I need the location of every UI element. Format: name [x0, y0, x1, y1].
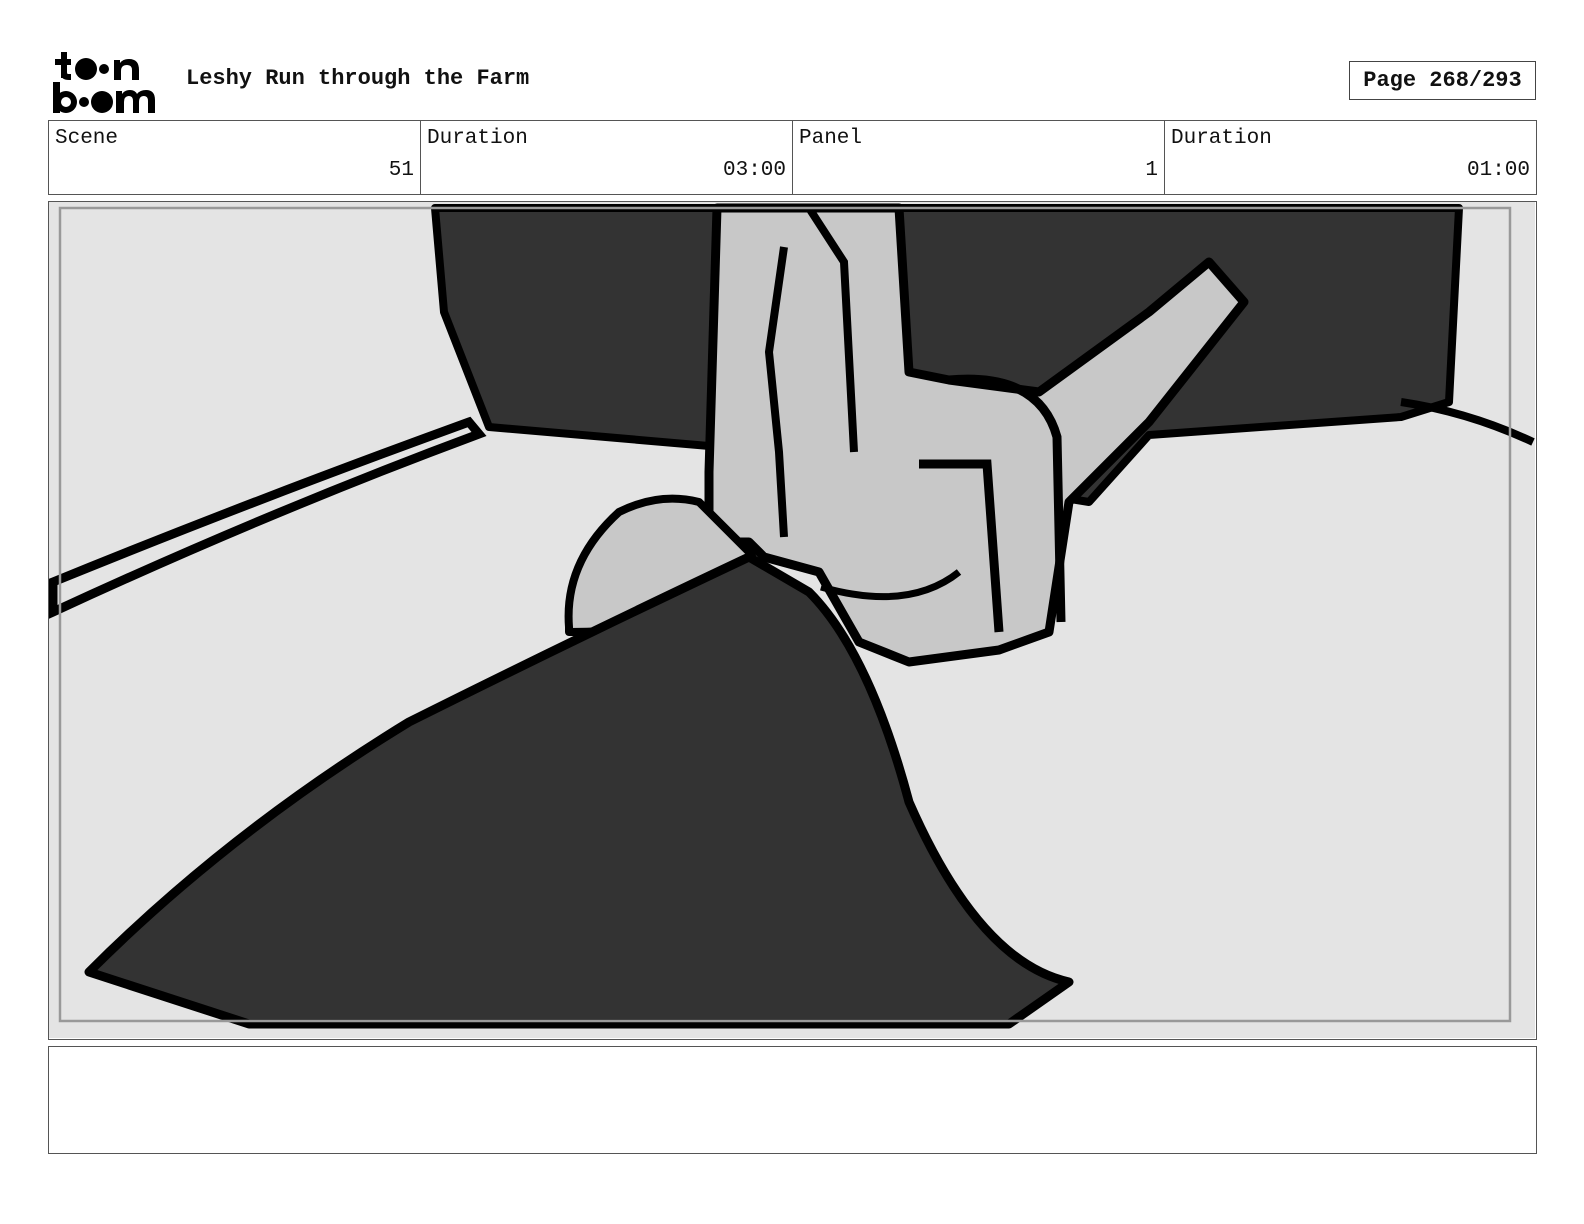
panel-duration-label: Duration [1171, 127, 1272, 150]
scene-value: 51 [388, 159, 414, 182]
panel-cell: Panel 1 [793, 121, 1165, 194]
scene-cell: Scene 51 [49, 121, 421, 194]
panel-drawing [49, 202, 1535, 1038]
scene-info-bar: Scene 51 Duration 03:00 Panel 1 Duration… [48, 120, 1537, 195]
panel-value: 1 [1145, 159, 1158, 182]
panel-label: Panel [799, 127, 863, 150]
toonboom-logo [53, 52, 155, 113]
scene-duration-value: 03:00 [722, 159, 786, 182]
project-title: Leshy Run through the Farm [186, 66, 530, 91]
page-indicator: Page 268/293 [1349, 61, 1536, 100]
scene-duration-label: Duration [427, 127, 528, 150]
panel-notes-box [48, 1046, 1537, 1154]
scene-label: Scene [55, 127, 119, 150]
scene-duration-cell: Duration 03:00 [421, 121, 793, 194]
panel-duration-cell: Duration 01:00 [1165, 121, 1536, 194]
panel-duration-value: 01:00 [1466, 159, 1530, 182]
storyboard-panel [48, 201, 1537, 1040]
